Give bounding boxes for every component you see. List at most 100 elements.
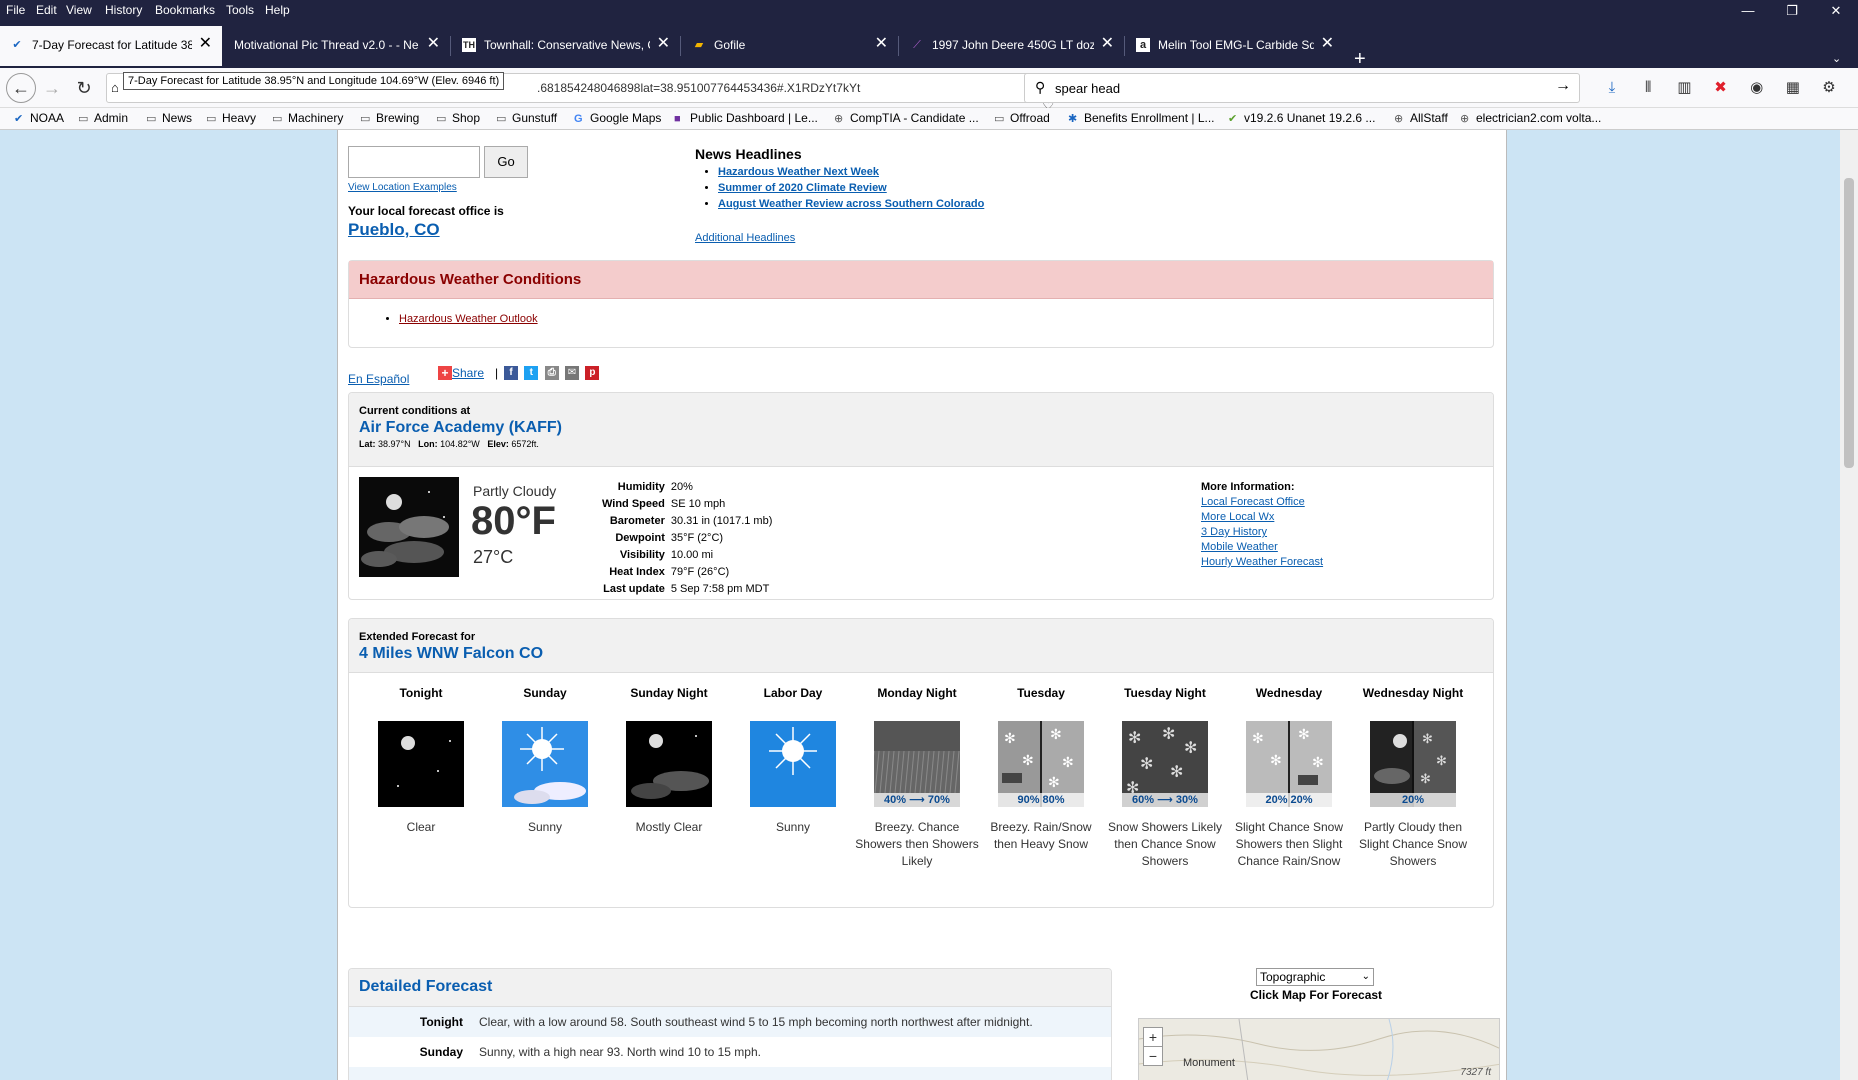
bookmark-allstaff[interactable]: ⊕ AllStaff bbox=[1394, 111, 1448, 125]
minimize-button[interactable]: — bbox=[1728, 3, 1768, 18]
forward-button[interactable]: → bbox=[40, 76, 64, 100]
bookmark-noaa[interactable]: ✔ NOAA bbox=[14, 111, 64, 125]
menu-help[interactable]: Help bbox=[265, 3, 290, 17]
home-icon[interactable]: ⌂ bbox=[111, 80, 119, 95]
bookmark-heavy[interactable]: ▭ Heavy bbox=[206, 111, 256, 125]
period-weather-icon[interactable] bbox=[378, 721, 464, 807]
location-examples-link[interactable]: View Location Examples bbox=[348, 182, 457, 193]
scrollbar-thumb[interactable] bbox=[1844, 178, 1854, 468]
tab-list-icon[interactable]: ⌄ bbox=[1832, 52, 1841, 65]
share-button[interactable]: + Share bbox=[438, 366, 484, 380]
sidebar-icon[interactable]: ▥ bbox=[1668, 78, 1700, 96]
bookmark-admin[interactable]: ▭ Admin bbox=[78, 111, 128, 125]
bookmark-gunstuff[interactable]: ▭ Gunstuff bbox=[496, 111, 557, 125]
reload-button[interactable]: ↻ bbox=[72, 76, 96, 100]
period-weather-icon[interactable]: ✻ ✻ ✻ ✻ ✻ ✻ 60% ⟶ 30% bbox=[1122, 721, 1208, 807]
close-window-button[interactable]: ✕ bbox=[1816, 3, 1856, 19]
print-icon[interactable]: ⎙ bbox=[544, 366, 559, 380]
search-bar[interactable]: ⚲ spear head → bbox=[1024, 73, 1580, 103]
menu-view[interactable]: View bbox=[66, 3, 92, 17]
bookmark-shop[interactable]: ▭ Shop bbox=[436, 111, 480, 125]
map-zoom-control: + − bbox=[1143, 1027, 1163, 1066]
tab-separator bbox=[1124, 36, 1125, 56]
tab-john-deere[interactable]: ⟋ 1997 John Deere 450G LT dozer ✕ bbox=[900, 26, 1124, 66]
close-tab-icon[interactable]: ✕ bbox=[1101, 36, 1114, 52]
period-weather-icon[interactable]: ✻ ✻ ✻ ✻ ✻ 90% 80% bbox=[998, 721, 1084, 807]
svg-text:✻: ✻ bbox=[1162, 726, 1175, 743]
close-tab-icon[interactable]: ✕ bbox=[1321, 36, 1334, 52]
menu-history[interactable]: History bbox=[105, 3, 142, 17]
share-link[interactable]: Share bbox=[452, 366, 484, 380]
close-tab-icon[interactable]: ✕ bbox=[657, 36, 670, 52]
location-search-input[interactable] bbox=[348, 146, 480, 178]
pinterest-icon[interactable]: p bbox=[585, 366, 600, 380]
forecast-period: TonightClearLow: 58 °F bbox=[359, 685, 483, 907]
zoom-in-icon[interactable]: + bbox=[1144, 1028, 1162, 1046]
menu-file[interactable]: File bbox=[6, 3, 25, 17]
go-button[interactable]: Go bbox=[484, 146, 528, 178]
bookmark-news[interactable]: ▭ News bbox=[146, 111, 192, 125]
bookmark-brewing[interactable]: ▭ Brewing bbox=[360, 111, 419, 125]
period-weather-icon[interactable]: 40% ⟶ 70% bbox=[874, 721, 960, 807]
close-tab-icon[interactable]: ✕ bbox=[427, 36, 440, 52]
forecast-office-link[interactable]: Pueblo, CO bbox=[348, 220, 440, 240]
forecast-map[interactable]: + − Monument 7327 ft bbox=[1138, 1018, 1500, 1080]
toolbar-icons: ⤓ ⫴ ▥ ✖ ◉ ▦ ⚙ ☰ bbox=[1596, 78, 1858, 96]
bookmark-electrician2[interactable]: ⊕ electrician2.com volta... bbox=[1460, 111, 1601, 125]
library-icon[interactable]: ⫴ bbox=[1632, 79, 1664, 96]
restore-button[interactable]: ❐ bbox=[1772, 3, 1812, 19]
bookmark-offroad[interactable]: ▭ Offroad bbox=[994, 111, 1050, 125]
tab-gofile[interactable]: ▰ Gofile ✕ bbox=[682, 26, 898, 66]
download-icon[interactable]: ⤓ bbox=[1596, 79, 1628, 96]
news-link[interactable]: Summer of 2020 Climate Review bbox=[718, 182, 887, 194]
menu-edit[interactable]: Edit bbox=[36, 3, 57, 17]
search-go-arrow-icon[interactable]: → bbox=[1555, 77, 1571, 95]
period-weather-icon[interactable]: ✻ ✻ ✻ 20% bbox=[1370, 721, 1456, 807]
twitter-icon[interactable]: t bbox=[524, 366, 539, 380]
search-input[interactable]: spear head bbox=[1055, 81, 1120, 96]
detail-value: 20% bbox=[670, 481, 693, 493]
back-button[interactable]: ← bbox=[6, 73, 36, 103]
mobile-weather-link[interactable]: Mobile Weather bbox=[1201, 541, 1323, 553]
tab-townhall[interactable]: TH Townhall: Conservative News, C ✕ bbox=[452, 26, 680, 66]
tab-weather-forecast[interactable]: ✔ 7-Day Forecast for Latitude 38.9 ✕ bbox=[0, 26, 222, 66]
bookmark-machinery[interactable]: ▭ Machinery bbox=[272, 111, 343, 125]
additional-headlines-link[interactable]: Additional Headlines bbox=[695, 232, 795, 244]
zoom-out-icon[interactable]: − bbox=[1144, 1046, 1162, 1065]
app-menu-icon[interactable]: ☰ bbox=[1849, 78, 1858, 96]
account-icon[interactable]: ◉ bbox=[1741, 78, 1773, 96]
facebook-icon[interactable]: f bbox=[504, 366, 518, 380]
period-weather-icon[interactable] bbox=[626, 721, 712, 807]
period-weather-icon[interactable] bbox=[502, 721, 588, 807]
news-link[interactable]: August Weather Review across Southern Co… bbox=[718, 198, 984, 210]
email-icon[interactable]: ✉ bbox=[565, 366, 580, 380]
bookmark-comptia[interactable]: ⊕ CompTIA - Candidate ... bbox=[834, 111, 979, 125]
bookmark-google-maps[interactable]: G Google Maps bbox=[574, 111, 661, 125]
period-weather-icon[interactable] bbox=[750, 721, 836, 807]
page-scrollbar[interactable] bbox=[1840, 130, 1858, 1080]
three-day-history-link[interactable]: 3 Day History bbox=[1201, 526, 1323, 538]
folder-icon: ▭ bbox=[994, 113, 1005, 125]
extension-icon[interactable]: ▦ bbox=[1777, 78, 1809, 96]
tab-melin-tool[interactable]: a Melin Tool EMG-L Carbide Squ ✕ bbox=[1126, 26, 1344, 66]
bookmark-benefits[interactable]: ✱ Benefits Enrollment | L... bbox=[1068, 111, 1215, 125]
close-tab-icon[interactable]: ✕ bbox=[199, 36, 212, 52]
tab-motivational-pic[interactable]: Motivational Pic Thread v2.0 - - Ne ✕ bbox=[222, 26, 450, 66]
adblock-icon[interactable]: ✖ bbox=[1705, 78, 1737, 96]
hazardous-weather-outlook-link[interactable]: Hazardous Weather Outlook bbox=[399, 313, 538, 325]
espanol-link[interactable]: En Español bbox=[348, 372, 409, 386]
addons-icon[interactable]: ⚙ bbox=[1813, 78, 1845, 96]
bookmark-public-dashboard[interactable]: ■ Public Dashboard | Le... bbox=[674, 111, 818, 125]
period-weather-icon[interactable]: ✻ ✻ ✻ ✻ 20% 20% bbox=[1246, 721, 1332, 807]
hourly-forecast-link[interactable]: Hourly Weather Forecast bbox=[1201, 556, 1323, 568]
news-link[interactable]: Hazardous Weather Next Week bbox=[718, 166, 879, 178]
map-type-select[interactable]: Topographic ⌄ bbox=[1256, 968, 1374, 986]
elev-value: 6572ft. bbox=[511, 439, 539, 449]
close-tab-icon[interactable]: ✕ bbox=[875, 36, 888, 52]
bookmark-unanet[interactable]: ✔ v19.2.6 Unanet 19.2.6 ... bbox=[1228, 111, 1375, 125]
menu-tools[interactable]: Tools bbox=[226, 3, 254, 17]
local-forecast-office-link[interactable]: Local Forecast Office bbox=[1201, 496, 1323, 508]
menu-bookmarks[interactable]: Bookmarks bbox=[155, 3, 215, 17]
precip-chance: 90% 80% bbox=[998, 793, 1084, 807]
more-local-wx-link[interactable]: More Local Wx bbox=[1201, 511, 1323, 523]
